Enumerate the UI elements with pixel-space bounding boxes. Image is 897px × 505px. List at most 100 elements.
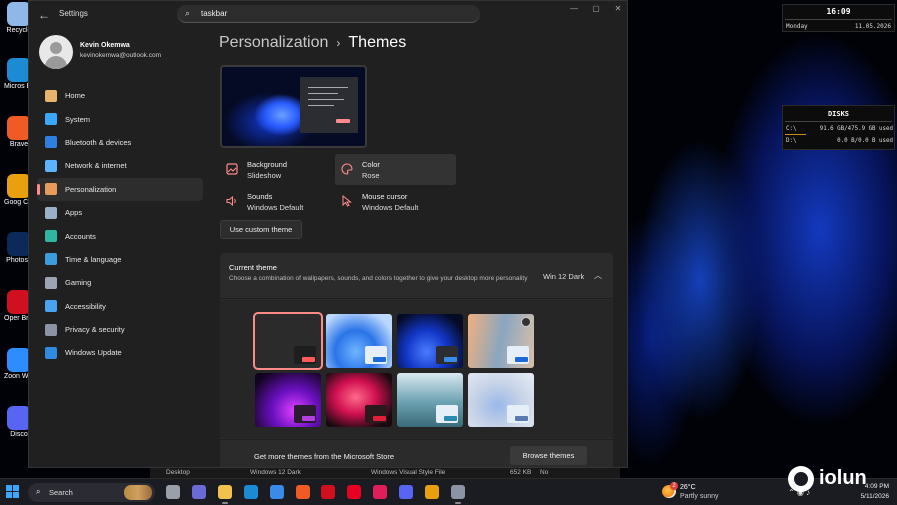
settings-window: ← Settings ⌕ — ▢ ✕ Kevin Okemwa kevinoke…: [28, 0, 628, 468]
sidebar-item-home[interactable]: Home: [37, 84, 203, 107]
file-flag: No: [540, 469, 549, 476]
option-value: Windows Default: [362, 203, 419, 212]
search-icon: ⌕: [185, 8, 191, 18]
taskbar-search[interactable]: ⌕ Search: [28, 483, 155, 502]
store-text: Get more themes from the Microsoft Store: [254, 452, 395, 461]
theme-captured-motion[interactable]: [468, 373, 534, 427]
theme-accent-swatch: [373, 416, 386, 421]
theme-purple-glow[interactable]: [255, 373, 321, 427]
theme-windows-dark[interactable]: [397, 314, 463, 368]
current-theme-title: Current theme: [229, 263, 277, 272]
sidebar-item-label: Apps: [65, 208, 83, 218]
search-input[interactable]: [201, 7, 461, 20]
accessibility-icon: [45, 300, 57, 313]
watermark-logo: iolun: [788, 465, 883, 493]
sidebar-item-time-language[interactable]: Time & language: [37, 248, 203, 271]
option-title: Color: [362, 160, 380, 169]
theme-flower[interactable]: [326, 373, 392, 427]
explorer-file-row: Desktop Windows 12 Dark Windows Visual S…: [150, 468, 620, 478]
theme-preview: [220, 65, 367, 148]
use-custom-theme-button[interactable]: Use custom theme: [220, 220, 302, 239]
option-title: Background: [247, 160, 288, 169]
sidebar-item-apps[interactable]: Apps: [37, 201, 203, 224]
notification-badge: 2: [670, 482, 678, 490]
sidebar-item-gaming[interactable]: Gaming: [37, 271, 203, 294]
theme-grid: [220, 300, 613, 438]
sidebar-item-label: Windows Update: [65, 348, 122, 358]
watermark-text: iolun: [819, 467, 867, 489]
brush-icon: [45, 183, 57, 196]
globe-clock-icon: [45, 253, 57, 266]
file-name: Windows 12 Dark: [250, 469, 301, 476]
teams-icon[interactable]: [191, 485, 206, 499]
theme-glow[interactable]: [468, 314, 534, 368]
weather-widget[interactable]: 2 26°C Partly sunny: [662, 482, 742, 502]
close-button[interactable]: ✕: [607, 1, 627, 19]
task-view-icon[interactable]: [166, 485, 180, 499]
breadcrumb-parent[interactable]: Personalization: [219, 34, 328, 51]
disk-usage-bar: [785, 134, 806, 135]
theme-win12-dark[interactable]: [253, 312, 323, 370]
start-button[interactable]: [6, 485, 20, 499]
background-option[interactable]: Background Slideshow: [220, 154, 341, 185]
current-theme-header[interactable]: Current theme Choose a combination of wa…: [220, 253, 613, 299]
settings-search[interactable]: ⌕: [177, 5, 480, 23]
avatar: [39, 35, 73, 69]
theme-accent-swatch: [515, 357, 528, 362]
store-icon[interactable]: [269, 485, 284, 499]
theme-accent-swatch: [302, 357, 315, 362]
sidebar-item-windows-update[interactable]: Windows Update: [37, 341, 203, 364]
sidebar-item-bluetooth-devices[interactable]: Bluetooth & devices: [37, 131, 203, 154]
file-location: Desktop: [166, 469, 190, 476]
sidebar-item-label: Bluetooth & devices: [65, 137, 132, 147]
sidebar-item-accounts[interactable]: Accounts: [37, 224, 203, 247]
sidebar-item-system[interactable]: System: [37, 107, 203, 130]
theme-accent-swatch: [373, 357, 386, 362]
opera-icon[interactable]: [321, 485, 336, 499]
home-icon: [45, 89, 57, 102]
current-theme-card: Current theme Choose a combination of wa…: [220, 253, 613, 467]
sidebar-item-personalization[interactable]: Personalization: [37, 177, 203, 201]
back-arrow-icon[interactable]: ←: [37, 8, 51, 22]
theme-lake[interactable]: [397, 373, 463, 427]
browse-themes-button[interactable]: Browse themes: [510, 446, 587, 465]
taskbar-date[interactable]: 5/11/2026: [850, 493, 889, 500]
disk-name: D:\: [786, 138, 797, 144]
file-explorer-icon[interactable]: [217, 485, 232, 504]
option-value: Rose: [362, 171, 380, 180]
disk-usage: 0.0 B/0.0 B used: [837, 138, 893, 144]
taskbar-search-label: Search: [49, 488, 73, 497]
chrome-icon[interactable]: [425, 485, 439, 499]
file-type: Windows Visual Style File: [371, 469, 446, 476]
sidebar-item-accessibility[interactable]: Accessibility: [37, 295, 203, 318]
weather-desc: Partly sunny: [680, 493, 719, 500]
chevron-up-icon[interactable]: ︿: [594, 270, 602, 281]
disk-widget-title: DISKS: [827, 110, 850, 118]
sidebar-item-label: Personalization: [65, 184, 117, 194]
taskbar: ⌕ Search 2 26°C Partly sunny ⌃ ◉ ♪ 4:09 …: [0, 478, 897, 505]
discord-icon[interactable]: [399, 485, 414, 499]
speaker-icon: [226, 195, 236, 207]
maximize-button[interactable]: ▢: [585, 1, 607, 19]
user-profile[interactable]: Kevin Okemwa kevinokemwa@outlook.com: [39, 35, 219, 71]
sidebar-item-privacy-security[interactable]: Privacy & security: [37, 318, 203, 341]
sounds-option[interactable]: Sounds Windows Default: [220, 186, 341, 217]
pinterest-icon[interactable]: [347, 485, 362, 499]
theme-accent-swatch: [444, 357, 457, 362]
theme-windows-light[interactable]: [326, 314, 392, 368]
preview-window: [300, 77, 358, 133]
brave-icon[interactable]: [295, 485, 310, 499]
sidebar-item-label: Gaming: [65, 278, 92, 288]
option-value: Windows Default: [247, 203, 304, 212]
sidebar-item-network-internet[interactable]: Network & internet: [37, 154, 203, 177]
mouse-cursor-option[interactable]: Mouse cursor Windows Default: [335, 186, 456, 217]
sidebar-item-label: Time & language: [65, 254, 122, 264]
clock-date: 11.05.2026: [854, 23, 891, 30]
search-icon: ⌕: [36, 487, 41, 496]
store-footer: Get more themes from the Microsoft Store…: [220, 439, 613, 467]
edge-icon[interactable]: [243, 485, 258, 499]
minimize-button[interactable]: —: [563, 1, 585, 19]
slack-icon[interactable]: [373, 485, 388, 499]
color-option[interactable]: Color Rose: [335, 154, 456, 185]
settings-icon[interactable]: [450, 485, 465, 504]
